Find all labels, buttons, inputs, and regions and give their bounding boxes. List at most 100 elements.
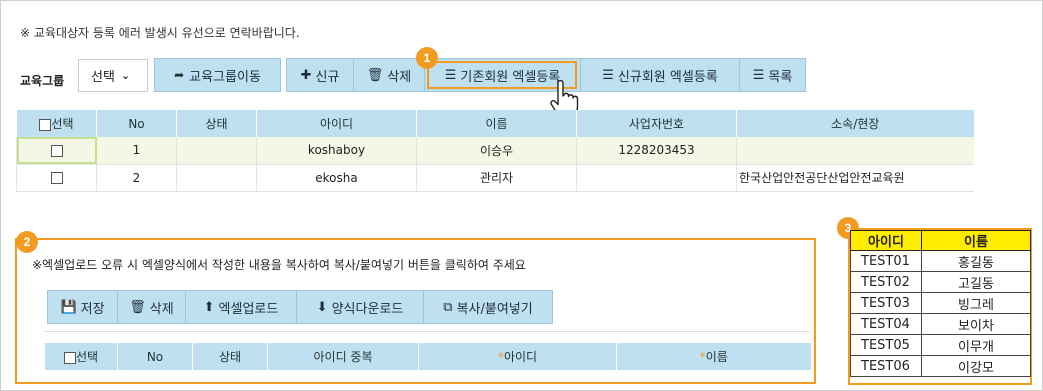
group-select[interactable]: 선택 ⌄ (78, 59, 148, 92)
upload-header-id: *아이디 (418, 343, 617, 370)
upload-header-id-label: 아이디 (503, 350, 538, 364)
row-id: ekosha (256, 164, 417, 192)
member-grid: 선택 No 상태 아이디 이름 사업자번호 소속/현장 1 koshaboy 이… (16, 110, 974, 192)
upload-header-select-label: 선택 (75, 350, 99, 364)
sample-name: 홍길동 (921, 250, 1031, 272)
upload-icon: ⬆ (203, 299, 215, 315)
upload-header-duplicate: 아이디 중복 (267, 343, 419, 370)
share-arrow-icon: ➦ (174, 68, 185, 82)
upload-header-select: 선택 (44, 343, 118, 370)
row-id: koshaboy (256, 137, 417, 165)
upload-header-name: *이름 (616, 343, 811, 370)
template-download-label: 양식다운로드 (331, 301, 404, 317)
list-button[interactable]: ☰ 목록 (740, 59, 805, 91)
select-all-checkbox[interactable] (39, 118, 52, 131)
row-status (176, 164, 257, 192)
excel-upload-notice: ※엑셀업로드 오류 시 엑셀양식에서 작성한 내용을 복사하여 복사/붙여넣기 … (32, 258, 526, 272)
download-icon: ⬇ (316, 299, 328, 315)
row-name: 이승우 (416, 137, 577, 165)
sample-row: TEST02 고길동 (850, 271, 1031, 293)
sample-row: TEST03 빙그레 (850, 292, 1031, 314)
sample-id: TEST05 (850, 334, 922, 356)
header-affiliation: 소속/현장 (736, 110, 974, 137)
new-member-excel-label: 신규회원 엑셀등록 (617, 69, 718, 85)
sample-id: TEST04 (850, 313, 922, 335)
upload-header-name-label: 이름 (705, 350, 728, 364)
copy-paste-button[interactable]: ⧉ 복사/붙여넣기 (424, 291, 552, 323)
plus-icon: ✚ (300, 67, 312, 83)
sample-name: 이무개 (921, 334, 1031, 356)
row-no: 1 (96, 137, 177, 165)
row-affiliation: 한국산업안전공단산업안전교육원 (736, 164, 974, 192)
trash-icon: 🗑 (366, 67, 384, 83)
sample-row: TEST06 이강모 (850, 355, 1031, 377)
header-status: 상태 (176, 110, 257, 137)
list-icon: ☰ (752, 67, 765, 83)
header-select: 선택 (16, 110, 97, 137)
sample-name: 보이차 (921, 313, 1031, 335)
move-group-label: 교육그룹이동 (189, 69, 261, 85)
row-status (176, 137, 257, 165)
upload-select-all-checkbox[interactable] (63, 351, 76, 364)
save-label: 저장 (80, 301, 105, 317)
row-biz-number: 1228203453 (576, 137, 737, 165)
group-select-value: 선택 (91, 70, 115, 85)
row-biz-number (576, 164, 737, 192)
table-row[interactable]: 2 ekosha 관리자 한국산업안전공단산업안전교육원 (16, 164, 974, 192)
header-no: No (96, 110, 177, 137)
upload-header-status: 상태 (192, 343, 268, 370)
sample-id: TEST02 (850, 271, 922, 293)
chevron-down-icon: ⌄ (120, 69, 131, 82)
sample-header-id: 아이디 (850, 230, 922, 251)
sample-row: TEST04 보이차 (850, 313, 1031, 335)
sample-header-name: 이름 (921, 230, 1031, 251)
upload-grid: 선택 No 상태 아이디 중복 *아이디 *이름 (44, 343, 811, 370)
row-affiliation (736, 137, 974, 165)
sample-id: TEST03 (850, 292, 922, 314)
sample-row: TEST01 홍길동 (850, 250, 1031, 272)
new-button[interactable]: ✚ 신규 (287, 59, 354, 91)
copy-icon: ⧉ (443, 299, 453, 315)
trash-icon: 🗑 (129, 299, 146, 315)
header-biz-number: 사업자번호 (576, 110, 737, 137)
move-group-button[interactable]: ➦ 교육그룹이동 (154, 58, 281, 92)
excel-upload-button[interactable]: ⬆ 엑셀업로드 (186, 291, 297, 323)
save-icon: 💾 (60, 299, 77, 315)
delete-rows-button[interactable]: 🗑 삭제 (118, 291, 186, 323)
member-grid-header: 선택 No 상태 아이디 이름 사업자번호 소속/현장 (16, 110, 974, 137)
table-row[interactable]: 1 koshaboy 이승우 1228203453 (16, 137, 974, 165)
delete-button[interactable]: 🗑 삭제 (354, 59, 425, 91)
sample-id: TEST01 (850, 250, 922, 272)
row-name: 관리자 (416, 164, 577, 192)
list-icon: ☰ (602, 67, 614, 83)
new-label: 신규 (315, 69, 340, 85)
template-download-button[interactable]: ⬇ 양식다운로드 (297, 291, 424, 323)
divider (44, 331, 810, 332)
header-name: 이름 (416, 110, 577, 137)
delete-label: 삭제 (387, 69, 412, 85)
delete-rows-label: 삭제 (149, 301, 174, 317)
save-button[interactable]: 💾 저장 (48, 291, 118, 323)
header-select-label: 선택 (51, 117, 74, 131)
step-badge-2: 2 (16, 231, 38, 253)
error-notice: ※ 교육대상자 등록 에러 발생시 유선으로 연락바랍니다. (20, 26, 300, 40)
row-checkbox[interactable] (50, 144, 63, 157)
sample-name: 고길동 (921, 271, 1031, 293)
sample-id: TEST06 (850, 355, 922, 377)
upload-grid-header: 선택 No 상태 아이디 중복 *아이디 *이름 (44, 343, 811, 370)
sample-table: 아이디 이름 TEST01 홍길동 TEST02 고길동 TEST03 빙그레 TES… (850, 230, 1031, 377)
sample-name: 빙그레 (921, 292, 1031, 314)
sample-header: 아이디 이름 (850, 230, 1031, 251)
new-member-excel-button[interactable]: ☰ 신규회원 엑셀등록 (581, 59, 740, 91)
excel-upload-label: 엑셀업로드 (218, 301, 279, 317)
row-checkbox[interactable] (50, 172, 63, 184)
group-label: 교육그룹 (20, 74, 65, 88)
excel-toolbar: 💾 저장 🗑 삭제 ⬆ 엑셀업로드 ⬇ 양식다운로드 ⧉ 복사/붙여넣기 (47, 290, 553, 324)
sample-row: TEST05 이무개 (850, 334, 1031, 356)
upload-header-no: No (117, 343, 193, 370)
sample-name: 이강모 (921, 355, 1031, 377)
row-select-cell[interactable] (16, 164, 97, 192)
list-label: 목록 (768, 69, 793, 85)
row-select-cell[interactable] (16, 137, 97, 165)
row-no: 2 (96, 164, 177, 192)
